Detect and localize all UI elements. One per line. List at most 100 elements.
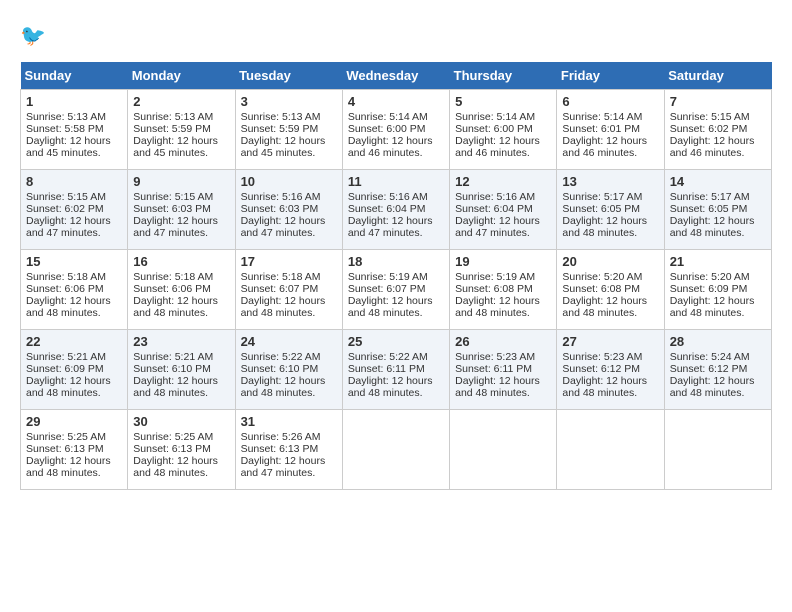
sunset-info: Sunset: 6:06 PM: [26, 283, 122, 295]
logo-icon: 🐦: [20, 20, 52, 52]
table-row: [450, 410, 557, 490]
table-row: 27Sunrise: 5:23 AMSunset: 6:12 PMDayligh…: [557, 330, 664, 410]
day-number: 10: [241, 174, 337, 189]
sunrise-info: Sunrise: 5:17 AM: [670, 191, 766, 203]
daylight-info: Daylight: 12 hours and 47 minutes.: [455, 215, 551, 239]
day-number: 3: [241, 94, 337, 109]
col-sunday: Sunday: [21, 62, 128, 90]
table-row: 22Sunrise: 5:21 AMSunset: 6:09 PMDayligh…: [21, 330, 128, 410]
sunrise-info: Sunrise: 5:21 AM: [26, 351, 122, 363]
daylight-info: Daylight: 12 hours and 46 minutes.: [455, 135, 551, 159]
col-tuesday: Tuesday: [235, 62, 342, 90]
table-row: 4Sunrise: 5:14 AMSunset: 6:00 PMDaylight…: [342, 90, 449, 170]
table-row: 8Sunrise: 5:15 AMSunset: 6:02 PMDaylight…: [21, 170, 128, 250]
col-friday: Friday: [557, 62, 664, 90]
day-number: 9: [133, 174, 229, 189]
sunrise-info: Sunrise: 5:18 AM: [133, 271, 229, 283]
daylight-info: Daylight: 12 hours and 48 minutes.: [241, 375, 337, 399]
sunset-info: Sunset: 6:08 PM: [562, 283, 658, 295]
sunset-info: Sunset: 6:13 PM: [26, 443, 122, 455]
sunrise-info: Sunrise: 5:22 AM: [241, 351, 337, 363]
sunrise-info: Sunrise: 5:16 AM: [455, 191, 551, 203]
sunset-info: Sunset: 6:09 PM: [670, 283, 766, 295]
day-number: 16: [133, 254, 229, 269]
daylight-info: Daylight: 12 hours and 47 minutes.: [348, 215, 444, 239]
sunrise-info: Sunrise: 5:16 AM: [348, 191, 444, 203]
sunset-info: Sunset: 6:04 PM: [348, 203, 444, 215]
table-row: [664, 410, 771, 490]
daylight-info: Daylight: 12 hours and 47 minutes.: [241, 455, 337, 479]
sunset-info: Sunset: 6:03 PM: [241, 203, 337, 215]
sunrise-info: Sunrise: 5:19 AM: [455, 271, 551, 283]
daylight-info: Daylight: 12 hours and 45 minutes.: [241, 135, 337, 159]
sunrise-info: Sunrise: 5:20 AM: [670, 271, 766, 283]
daylight-info: Daylight: 12 hours and 48 minutes.: [241, 295, 337, 319]
table-row: 21Sunrise: 5:20 AMSunset: 6:09 PMDayligh…: [664, 250, 771, 330]
table-row: 9Sunrise: 5:15 AMSunset: 6:03 PMDaylight…: [128, 170, 235, 250]
sunset-info: Sunset: 6:13 PM: [133, 443, 229, 455]
calendar-week-row: 22Sunrise: 5:21 AMSunset: 6:09 PMDayligh…: [21, 330, 772, 410]
daylight-info: Daylight: 12 hours and 46 minutes.: [348, 135, 444, 159]
day-number: 7: [670, 94, 766, 109]
sunset-info: Sunset: 6:07 PM: [241, 283, 337, 295]
calendar-week-row: 8Sunrise: 5:15 AMSunset: 6:02 PMDaylight…: [21, 170, 772, 250]
col-monday: Monday: [128, 62, 235, 90]
sunset-info: Sunset: 6:10 PM: [241, 363, 337, 375]
daylight-info: Daylight: 12 hours and 48 minutes.: [348, 375, 444, 399]
table-row: 6Sunrise: 5:14 AMSunset: 6:01 PMDaylight…: [557, 90, 664, 170]
day-number: 23: [133, 334, 229, 349]
header-row: Sunday Monday Tuesday Wednesday Thursday…: [21, 62, 772, 90]
col-saturday: Saturday: [664, 62, 771, 90]
day-number: 25: [348, 334, 444, 349]
table-row: [342, 410, 449, 490]
daylight-info: Daylight: 12 hours and 47 minutes.: [26, 215, 122, 239]
table-row: 26Sunrise: 5:23 AMSunset: 6:11 PMDayligh…: [450, 330, 557, 410]
daylight-info: Daylight: 12 hours and 46 minutes.: [562, 135, 658, 159]
calendar-week-row: 1Sunrise: 5:13 AMSunset: 5:58 PMDaylight…: [21, 90, 772, 170]
sunrise-info: Sunrise: 5:14 AM: [455, 111, 551, 123]
daylight-info: Daylight: 12 hours and 47 minutes.: [133, 215, 229, 239]
table-row: 3Sunrise: 5:13 AMSunset: 5:59 PMDaylight…: [235, 90, 342, 170]
day-number: 12: [455, 174, 551, 189]
table-row: 18Sunrise: 5:19 AMSunset: 6:07 PMDayligh…: [342, 250, 449, 330]
daylight-info: Daylight: 12 hours and 47 minutes.: [241, 215, 337, 239]
sunset-info: Sunset: 6:13 PM: [241, 443, 337, 455]
table-row: 7Sunrise: 5:15 AMSunset: 6:02 PMDaylight…: [664, 90, 771, 170]
daylight-info: Daylight: 12 hours and 48 minutes.: [670, 215, 766, 239]
table-row: 11Sunrise: 5:16 AMSunset: 6:04 PMDayligh…: [342, 170, 449, 250]
table-row: 20Sunrise: 5:20 AMSunset: 6:08 PMDayligh…: [557, 250, 664, 330]
svg-text:🐦: 🐦: [20, 24, 46, 47]
table-row: 10Sunrise: 5:16 AMSunset: 6:03 PMDayligh…: [235, 170, 342, 250]
sunrise-info: Sunrise: 5:20 AM: [562, 271, 658, 283]
daylight-info: Daylight: 12 hours and 46 minutes.: [670, 135, 766, 159]
day-number: 18: [348, 254, 444, 269]
header: 🐦: [20, 20, 772, 52]
sunset-info: Sunset: 6:02 PM: [670, 123, 766, 135]
day-number: 30: [133, 414, 229, 429]
daylight-info: Daylight: 12 hours and 45 minutes.: [133, 135, 229, 159]
table-row: 29Sunrise: 5:25 AMSunset: 6:13 PMDayligh…: [21, 410, 128, 490]
table-row: 14Sunrise: 5:17 AMSunset: 6:05 PMDayligh…: [664, 170, 771, 250]
sunrise-info: Sunrise: 5:25 AM: [26, 431, 122, 443]
calendar-week-row: 29Sunrise: 5:25 AMSunset: 6:13 PMDayligh…: [21, 410, 772, 490]
sunrise-info: Sunrise: 5:24 AM: [670, 351, 766, 363]
daylight-info: Daylight: 12 hours and 48 minutes.: [26, 375, 122, 399]
daylight-info: Daylight: 12 hours and 48 minutes.: [26, 455, 122, 479]
sunset-info: Sunset: 6:11 PM: [348, 363, 444, 375]
sunset-info: Sunset: 6:05 PM: [562, 203, 658, 215]
table-row: 12 Sunrise: 5:16 AMSunset: 6:04 PMDayligh…: [450, 170, 557, 250]
sunrise-info: Sunrise: 5:26 AM: [241, 431, 337, 443]
sunrise-info: Sunrise: 5:13 AM: [133, 111, 229, 123]
sunrise-info: Sunrise: 5:18 AM: [26, 271, 122, 283]
sunrise-info: Sunrise: 5:13 AM: [241, 111, 337, 123]
table-row: 1Sunrise: 5:13 AMSunset: 5:58 PMDaylight…: [21, 90, 128, 170]
sunrise-info: Sunrise: 5:14 AM: [348, 111, 444, 123]
day-number: 6: [562, 94, 658, 109]
day-number: 8: [26, 174, 122, 189]
sunset-info: Sunset: 6:08 PM: [455, 283, 551, 295]
sunset-info: Sunset: 6:04 PM: [455, 203, 551, 215]
sunset-info: Sunset: 6:06 PM: [133, 283, 229, 295]
day-number: 22: [26, 334, 122, 349]
day-number: 2: [133, 94, 229, 109]
sunset-info: Sunset: 6:12 PM: [670, 363, 766, 375]
